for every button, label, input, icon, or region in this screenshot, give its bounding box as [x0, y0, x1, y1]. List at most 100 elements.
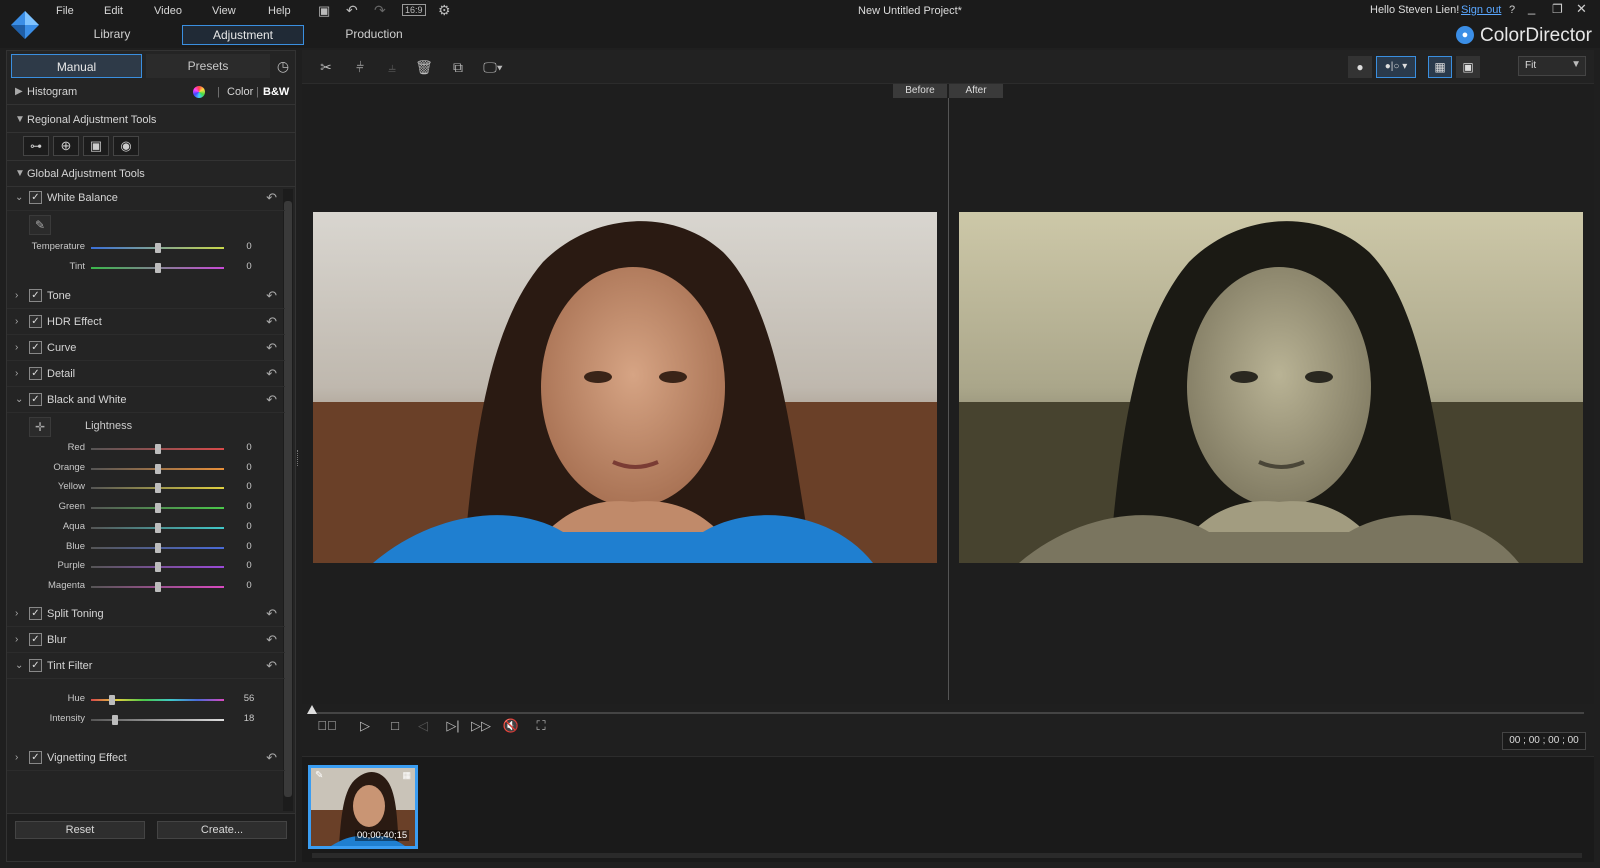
close-icon[interactable]: ✕	[1576, 1, 1587, 17]
clip-strip-scrollbar[interactable]	[312, 853, 1582, 858]
fast-forward-icon[interactable]: ▷▷	[470, 716, 492, 736]
merge-icon[interactable]: ⫨	[380, 56, 404, 78]
reset-arrow-icon[interactable]: ↶	[266, 745, 277, 771]
trash-icon[interactable]: 🗑	[412, 56, 436, 78]
undo-icon[interactable]: ↶	[346, 2, 358, 19]
wb-slider-thumb-1[interactable]	[154, 263, 161, 273]
black-white-row[interactable]: ⌄ ✓ Black and White ↶	[7, 387, 285, 413]
scrollbar-thumb[interactable]	[284, 201, 292, 797]
vignetting-row[interactable]: › ✓ Vignetting Effect ↶	[7, 745, 285, 771]
single-view-icon[interactable]: ●	[1348, 56, 1372, 78]
tool-checkbox-3[interactable]: ✓	[29, 367, 42, 380]
radial-mask-icon[interactable]: ⊕	[53, 136, 79, 156]
tool-row-2[interactable]: › ✓ Curve ↶	[7, 335, 285, 361]
play-icon[interactable]: ▷	[354, 716, 376, 736]
reset-arrow-icon[interactable]: ↶	[266, 361, 277, 387]
bw-slider-thumb-1[interactable]	[154, 463, 161, 474]
tab-library[interactable]: Library	[72, 25, 152, 45]
tint-filter-row[interactable]: ⌄ ✓ Tint Filter ↶	[7, 653, 285, 679]
histogram-section[interactable]: ▶ Histogram | Color | B&W	[7, 79, 295, 105]
tool-row-0[interactable]: › ✓ Tone ↶	[7, 283, 285, 309]
tint-filter-checkbox[interactable]: ✓	[29, 659, 42, 672]
mute-icon[interactable]: 🔇	[500, 716, 522, 736]
tab-production[interactable]: Production	[330, 25, 418, 45]
menu-help[interactable]: Help	[268, 5, 291, 17]
next-frame-icon[interactable]: ▷|	[442, 716, 464, 736]
stop-icon[interactable]: □	[384, 716, 406, 736]
white-balance-checkbox[interactable]: ✓	[29, 191, 42, 204]
reset-arrow-icon[interactable]: ↶	[266, 283, 277, 309]
reset-arrow-icon[interactable]: ↶	[266, 185, 277, 211]
tab-adjustment[interactable]: Adjustment	[182, 25, 304, 45]
regional-tools-section[interactable]: ▼ Regional Adjustment Tools	[7, 107, 295, 133]
bw-slider-thumb-0[interactable]	[154, 444, 161, 454]
black-white-checkbox[interactable]: ✓	[29, 393, 42, 406]
histogram-color-toggle[interactable]: Color	[227, 79, 253, 105]
tool-b-checkbox-0[interactable]: ✓	[29, 607, 42, 620]
reset-arrow-icon[interactable]: ↶	[266, 309, 277, 335]
white-balance-row[interactable]: ⌄ ✓ White Balance ↶	[7, 185, 285, 211]
create-button[interactable]: Create...	[157, 821, 287, 839]
panel-splitter[interactable]	[297, 450, 300, 466]
side-by-side-icon[interactable]: ▦	[1428, 56, 1452, 78]
bw-slider-thumb-7[interactable]	[154, 581, 161, 592]
clip-thumbnail[interactable]: ✎ ▦ 00;00;40;15	[308, 765, 418, 849]
zoom-select[interactable]: Fit ▼	[1518, 56, 1586, 76]
tint-slider-thumb-1[interactable]	[111, 715, 118, 725]
tab-presets[interactable]: Presets	[146, 54, 270, 78]
bw-slider-thumb-2[interactable]	[154, 483, 161, 494]
fullscreen-icon[interactable]: ▣	[1456, 56, 1480, 78]
split-icon[interactable]: ⫩	[348, 56, 372, 78]
menu-video[interactable]: Video	[154, 5, 182, 17]
compare-divider[interactable]	[948, 98, 949, 700]
crop-icon[interactable]: ⧉	[446, 56, 470, 78]
history-clock-icon[interactable]: ◷	[273, 54, 293, 78]
reset-arrow-icon[interactable]: ↶	[266, 335, 277, 361]
tint-slider-thumb-0[interactable]	[109, 695, 116, 705]
tool-row-3[interactable]: › ✓ Detail ↶	[7, 361, 285, 387]
bw-slider-thumb-5[interactable]	[154, 542, 161, 553]
reset-arrow-icon[interactable]: ↶	[266, 627, 277, 653]
cut-icon[interactable]: ✂	[314, 56, 338, 78]
eyedropper-icon[interactable]: ✎	[29, 215, 51, 235]
clip-mode-icon[interactable]: ▶⃞	[316, 716, 338, 736]
fit-view-icon[interactable]: ⛶	[530, 716, 552, 736]
wb-slider-thumb-0[interactable]	[154, 243, 161, 253]
minimize-icon[interactable]: _	[1528, 0, 1535, 15]
tint-slider-track-1[interactable]	[91, 719, 224, 721]
tool-row-1[interactable]: › ✓ HDR Effect ↶	[7, 309, 285, 335]
tool-b-row-1[interactable]: › ✓ Blur ↶	[7, 627, 285, 653]
menu-view[interactable]: View	[212, 5, 236, 17]
global-tools-section[interactable]: ▼ Global Adjustment Tools	[7, 161, 295, 187]
help-button[interactable]: ?	[1509, 4, 1515, 16]
tool-b-checkbox-1[interactable]: ✓	[29, 633, 42, 646]
tool-checkbox-0[interactable]: ✓	[29, 289, 42, 302]
reset-arrow-icon[interactable]: ↶	[266, 601, 277, 627]
tool-checkbox-2[interactable]: ✓	[29, 341, 42, 354]
bw-slider-thumb-3[interactable]	[154, 503, 161, 514]
reset-arrow-icon[interactable]: ↶	[266, 653, 277, 679]
histogram-bw-toggle[interactable]: B&W	[263, 79, 289, 105]
menu-edit[interactable]: Edit	[104, 5, 123, 17]
vignetting-checkbox[interactable]: ✓	[29, 751, 42, 764]
save-icon[interactable]: ▣	[318, 3, 330, 19]
seek-bar[interactable]	[307, 705, 1584, 714]
tool-checkbox-1[interactable]: ✓	[29, 315, 42, 328]
tool-b-row-0[interactable]: › ✓ Split Toning ↶	[7, 601, 285, 627]
split-view-icon[interactable]: ●|○ ▾	[1376, 56, 1416, 78]
menu-file[interactable]: File	[56, 5, 74, 17]
playhead[interactable]	[307, 705, 317, 714]
monitor-icon[interactable]: 🖵▾	[478, 56, 508, 78]
reset-arrow-icon[interactable]: ↶	[266, 387, 277, 413]
settings-gear-icon[interactable]: ⚙	[438, 2, 451, 19]
gradient-mask-icon[interactable]: ⊶	[23, 136, 49, 156]
tab-manual[interactable]: Manual	[11, 54, 142, 78]
redo-icon[interactable]: ↷	[374, 2, 386, 19]
reset-button[interactable]: Reset	[15, 821, 145, 839]
brush-mask-icon[interactable]: ◉	[113, 136, 139, 156]
bw-slider-thumb-4[interactable]	[154, 522, 161, 533]
previous-frame-icon[interactable]: ◁	[412, 716, 434, 736]
aspect-ratio-button[interactable]: 16:9	[402, 4, 426, 16]
bw-slider-thumb-6[interactable]	[154, 562, 161, 573]
restore-icon[interactable]: ❐	[1552, 2, 1563, 16]
